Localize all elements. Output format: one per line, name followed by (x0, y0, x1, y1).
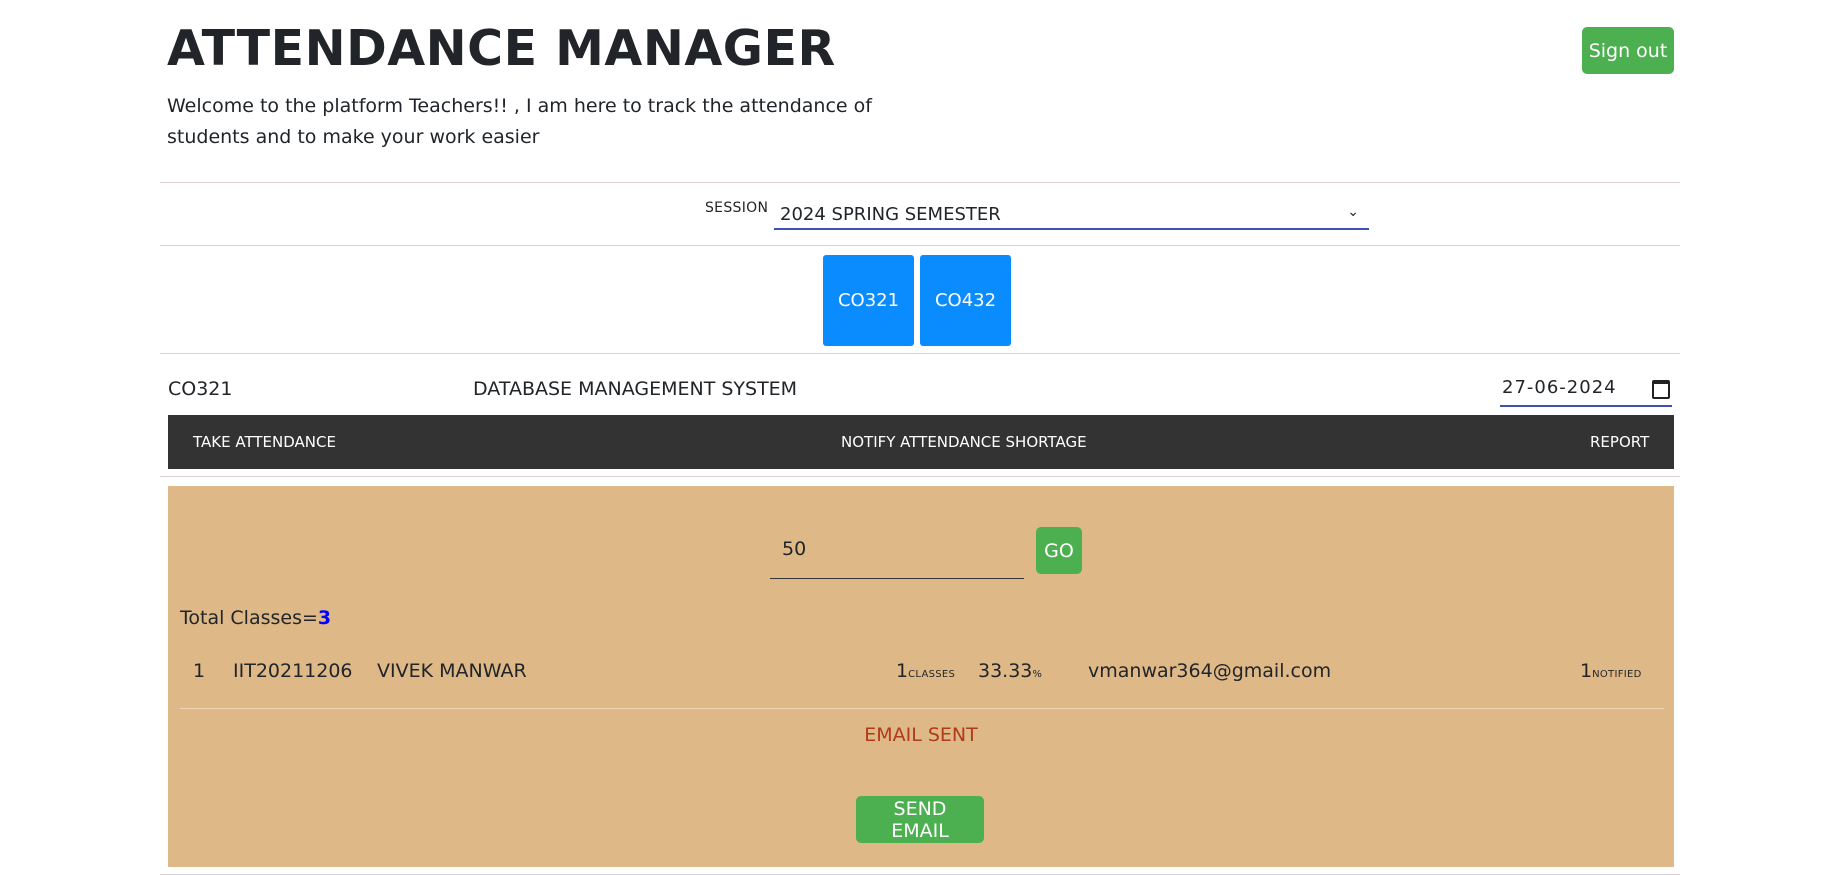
date-input[interactable]: 27-06-2024 (1500, 376, 1672, 407)
chevron-down-icon: ⌄ (1347, 204, 1359, 220)
classes-attended: 1CLASSES (896, 660, 955, 682)
student-email: vmanwar364@gmail.com (1088, 660, 1332, 682)
threshold-value: 50 (782, 538, 807, 560)
divider (160, 182, 1680, 183)
course-button-co321[interactable]: CO321 (823, 255, 914, 346)
sign-out-button[interactable]: Sign out (1582, 27, 1674, 74)
shortage-panel: 50 GO Total Classes=3 1 IIT20211206 VIVE… (168, 486, 1674, 867)
notified-unit: NOTIFIED (1592, 669, 1642, 680)
course-button-co432[interactable]: CO432 (920, 255, 1011, 346)
total-classes: Total Classes=3 (180, 607, 331, 629)
page-title: ATTENDANCE MANAGER (167, 20, 836, 77)
course-navbar: TAKE ATTENDANCE NOTIFY ATTENDANCE SHORTA… (168, 415, 1674, 469)
classes-unit: CLASSES (908, 669, 956, 680)
email-status: EMAIL SENT (864, 724, 978, 746)
student-roll: IIT20211206 (233, 660, 353, 682)
session-select[interactable]: 2024 SPRING SEMESTER ⌄ (774, 200, 1369, 230)
divider (160, 353, 1680, 354)
course-code: CO321 (168, 378, 233, 400)
student-name: VIVEK MANWAR (377, 660, 527, 682)
page-header: ATTENDANCE MANAGER Welcome to the platfo… (167, 14, 1675, 153)
send-email-button[interactable]: SEND EMAIL (856, 796, 984, 843)
go-button[interactable]: GO (1036, 527, 1082, 574)
notified-value: 1 (1580, 660, 1593, 682)
threshold-input[interactable]: 50 (770, 528, 1024, 579)
welcome-text: Welcome to the platform Teachers!! , I a… (167, 95, 872, 148)
nav-notify-shortage[interactable]: NOTIFY ATTENDANCE SHORTAGE (841, 433, 1087, 451)
calendar-icon[interactable] (1652, 380, 1670, 399)
row-index: 1 (193, 660, 206, 682)
session-label: SESSION (705, 200, 769, 216)
percent-unit: % (1032, 669, 1043, 680)
session-selected-value: 2024 SPRING SEMESTER (780, 204, 1001, 225)
percent-value: 33.33 (978, 660, 1033, 682)
nav-report[interactable]: REPORT (1590, 433, 1649, 451)
row-divider (180, 708, 1664, 709)
notified-count: 1NOTIFIED (1580, 660, 1642, 682)
nav-take-attendance[interactable]: TAKE ATTENDANCE (193, 433, 336, 451)
total-classes-label: Total Classes= (180, 607, 318, 629)
course-name: DATABASE MANAGEMENT SYSTEM (473, 378, 798, 400)
student-row: 1 IIT20211206 VIVEK MANWAR 1CLASSES 33.3… (168, 660, 1674, 690)
date-value: 27-06-2024 (1502, 377, 1617, 398)
attendance-percent: 33.33% (978, 660, 1042, 682)
divider (160, 476, 1680, 477)
total-classes-value: 3 (317, 607, 332, 629)
divider (160, 245, 1680, 246)
classes-count: 1 (896, 660, 909, 682)
